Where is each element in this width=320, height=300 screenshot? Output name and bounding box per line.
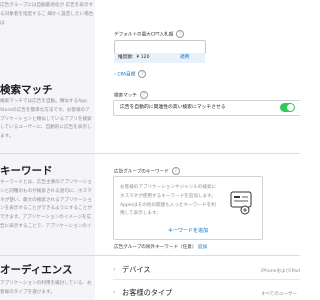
section-divider xyxy=(0,255,300,256)
negative-keywords-add[interactable]: 追加 xyxy=(198,245,207,250)
daily-cap-label: デフォルトの最大CPT入札額? xyxy=(114,30,185,38)
search-match-title: 検索マッチ xyxy=(0,84,53,96)
help-icon[interactable]: ? xyxy=(176,30,185,38)
keywords-box-text: お客様のアプリケーションやジャンルの検索にホスマネが使用するキーワードを追加しま… xyxy=(120,185,217,217)
help-icon[interactable]: ? xyxy=(139,91,148,99)
suggested-bid-box: 推奨額：¥ 120 適用 xyxy=(114,53,205,63)
suggested-bid-label: 推奨額：¥ 120 xyxy=(118,55,150,60)
apply-link[interactable]: 適用 xyxy=(180,53,189,63)
row-divider xyxy=(113,279,300,280)
device-label: デバイス xyxy=(122,265,151,274)
search-match-toggle-text: 広告を自動的に関連性の高い検索にマッチさせる xyxy=(120,105,226,110)
keywords-description: キーワードとは、広告主側のアプリケーションと同種のものが検索される語句に、ホスマ… xyxy=(0,180,92,229)
device-value: iPhoneおよびiPad xyxy=(261,269,300,274)
keywords-box-label: 広告グループのキーワード? xyxy=(114,167,180,175)
customer-type-label: お客様のタイプ xyxy=(122,288,173,297)
chevron-right-icon: › xyxy=(113,266,116,273)
search-match-label: 検索マッチ? xyxy=(114,91,148,99)
campaign-page: 広告グループには自動最適化が 広告を表示する対象者を指定するこ 細かく設定したい… xyxy=(0,0,300,300)
keywords-title: キーワード xyxy=(0,165,53,177)
chevron-right-icon: › xyxy=(113,289,116,296)
audience-description: アプリケーションの利用を検討している、お客様のタイプを選びます。 xyxy=(0,281,92,295)
cpt-bid-input[interactable] xyxy=(114,40,206,54)
add-keywords-link[interactable]: キーワードを追加 xyxy=(114,227,262,234)
search-match-toggle[interactable] xyxy=(280,103,295,112)
customer-type-value: すべてのユーザー xyxy=(261,292,298,297)
keyword-card-icon xyxy=(230,191,252,215)
chevron-right-icon: › xyxy=(114,72,116,78)
help-icon[interactable]: ? xyxy=(171,167,180,175)
keywords-box: お客様のアプリケーションやジャンルの検索にホスマネが使用するキーワードを追加しま… xyxy=(113,176,263,240)
section-divider xyxy=(0,153,300,154)
top-section-description: 広告グループには自動最適化が 広告を表示する対象者を指定するこ 細かく設定したい… xyxy=(0,3,94,26)
audience-title: オーディエンス xyxy=(0,264,73,276)
search-match-description: 検索マッチでは広告を自動。類似するApp Storeの広告を簡単な方法です。お客… xyxy=(0,99,92,140)
cpa-goal-link[interactable]: CPA目標 xyxy=(117,73,135,78)
search-match-toggle-row: 広告を自動的に関連性の高い検索にマッチさせる xyxy=(113,100,300,116)
negative-keywords-row: 広告グループの除外キーワード（任意） 追加 xyxy=(114,244,207,250)
cpa-goal-row[interactable]: › CPA目標? xyxy=(114,70,147,78)
negative-keywords-label: 広告グループの除外キーワード（任意） xyxy=(114,245,197,250)
help-icon[interactable]: ? xyxy=(138,70,147,78)
toggle-knob xyxy=(287,104,294,111)
